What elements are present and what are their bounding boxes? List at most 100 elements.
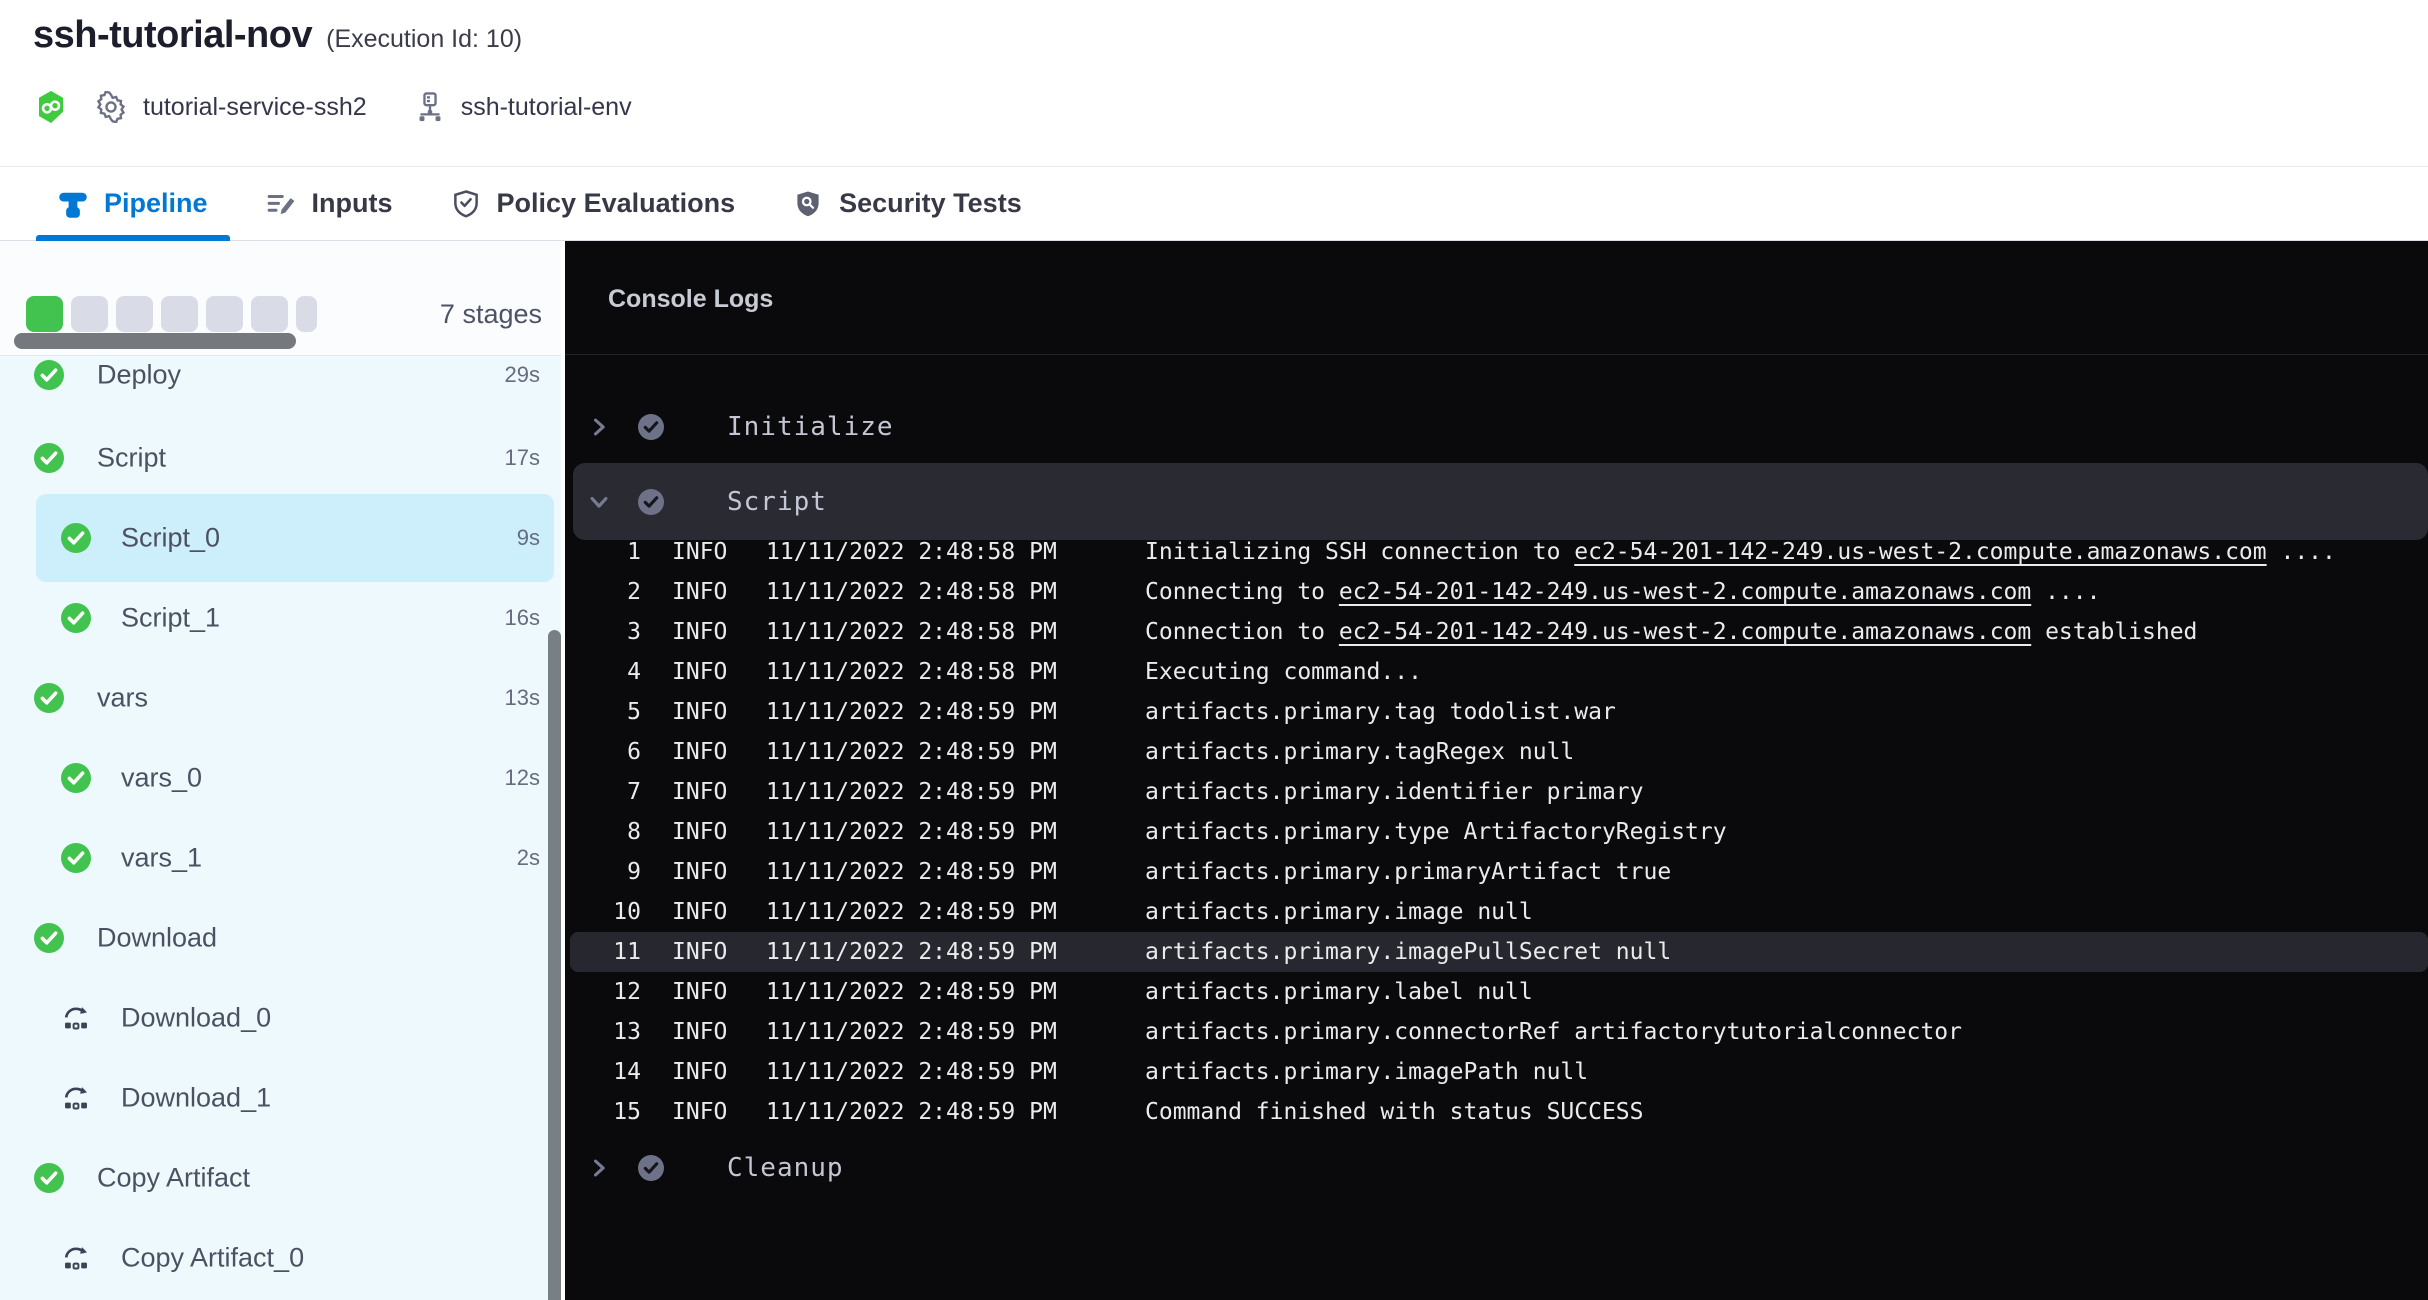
chevron-down-icon[interactable] bbox=[588, 491, 610, 513]
stage-duration: 9s bbox=[517, 525, 540, 551]
inputs-icon bbox=[266, 189, 296, 219]
log-timestamp: 11/11/2022 2:48:59 PM bbox=[766, 892, 1057, 932]
host-link[interactable]: ec2-54-201-142-249.us-west-2.compute.ama… bbox=[1574, 539, 2266, 565]
log-line-number[interactable]: 10 bbox=[585, 892, 641, 932]
stage-row-copy-artifact[interactable]: Copy Artifact bbox=[0, 1138, 565, 1218]
section-label: Cleanup bbox=[727, 1153, 844, 1183]
log-level: INFO bbox=[672, 972, 727, 1012]
tab-policy-evaluations[interactable]: Policy Evaluations bbox=[429, 167, 758, 241]
host-link[interactable]: ec2-54-201-142-249.us-west-2.compute.ama… bbox=[1339, 619, 2031, 645]
tab-bar: Pipeline Inputs bbox=[0, 167, 2428, 241]
console-section-cleanup[interactable]: Cleanup bbox=[565, 1138, 2428, 1198]
stage-row-copy-artifact-0[interactable]: Copy Artifact_0 bbox=[0, 1218, 565, 1298]
log-line-number[interactable]: 7 bbox=[585, 772, 641, 812]
stage-row-download-1[interactable]: Download_1 bbox=[0, 1058, 565, 1138]
log-timestamp: 11/11/2022 2:48:59 PM bbox=[766, 812, 1057, 852]
environment-name[interactable]: ssh-tutorial-env bbox=[461, 93, 632, 122]
log-level: INFO bbox=[672, 732, 727, 772]
log-line-3: 3 INFO 11/11/2022 2:48:58 PM Connection … bbox=[565, 612, 2428, 652]
success-check-icon bbox=[61, 763, 91, 793]
log-level: INFO bbox=[672, 1092, 727, 1132]
execution-header: ssh-tutorial-nov (Execution Id: 10) bbox=[0, 0, 2428, 167]
success-check-icon bbox=[34, 443, 64, 473]
stage-label: vars_1 bbox=[121, 843, 202, 874]
log-line-number[interactable]: 9 bbox=[585, 852, 641, 892]
host-link[interactable]: ec2-54-201-142-249.us-west-2.compute.ama… bbox=[1339, 579, 2031, 605]
stage-label: Download bbox=[97, 923, 217, 954]
progress-segment bbox=[116, 296, 153, 332]
log-line-number[interactable]: 12 bbox=[585, 972, 641, 1012]
stage-row-vars[interactable]: vars 13s bbox=[0, 658, 565, 738]
log-line-number[interactable]: 6 bbox=[585, 732, 641, 772]
title-row: ssh-tutorial-nov (Execution Id: 10) bbox=[33, 14, 522, 57]
log-line-9: 9 INFO 11/11/2022 2:48:59 PM artifacts.p… bbox=[565, 852, 2428, 892]
console-section-initialize[interactable]: Initialize bbox=[565, 397, 2428, 457]
log-level: INFO bbox=[672, 1052, 727, 1092]
section-label: Initialize bbox=[727, 412, 894, 442]
stage-row-vars-1[interactable]: vars_1 2s bbox=[0, 818, 565, 898]
log-line-number[interactable]: 15 bbox=[585, 1092, 641, 1132]
stage-label: Copy Artifact bbox=[97, 1163, 250, 1194]
stage-label: Script_1 bbox=[121, 603, 220, 634]
success-check-icon bbox=[61, 523, 91, 553]
stage-label: vars_0 bbox=[121, 763, 202, 794]
chevron-right-icon[interactable] bbox=[588, 1157, 610, 1179]
pipeline-execution-app: ssh-tutorial-nov (Execution Id: 10) bbox=[0, 0, 2428, 1300]
log-line-number[interactable]: 11 bbox=[585, 932, 641, 972]
tab-label: Security Tests bbox=[839, 188, 1022, 219]
log-message: Initializing SSH connection to ec2-54-20… bbox=[1145, 532, 2336, 572]
tab-inputs[interactable]: Inputs bbox=[244, 167, 415, 241]
service-gear-icon[interactable] bbox=[95, 91, 127, 123]
log-line-11: 11 INFO 11/11/2022 2:48:59 PM artifacts.… bbox=[570, 932, 2428, 972]
tab-security-tests[interactable]: Security Tests bbox=[771, 167, 1044, 241]
stage-row-script-1[interactable]: Script_1 16s bbox=[0, 578, 565, 658]
stages-sidebar: 7 stages Deploy 29s Script 17s Script_0 … bbox=[0, 241, 565, 1300]
log-level: INFO bbox=[672, 812, 727, 852]
stage-row-download-0[interactable]: Download_0 bbox=[0, 978, 565, 1058]
log-line-number[interactable]: 8 bbox=[585, 812, 641, 852]
stage-label: Script bbox=[97, 443, 166, 474]
log-line-5: 5 INFO 11/11/2022 2:48:59 PM artifacts.p… bbox=[565, 692, 2428, 732]
rollback-icon bbox=[61, 1243, 91, 1273]
stage-label: Copy Artifact_0 bbox=[121, 1243, 304, 1274]
pipeline-icon bbox=[58, 189, 88, 219]
stage-row-vars-0[interactable]: vars_0 12s bbox=[0, 738, 565, 818]
console-title: Console Logs bbox=[608, 285, 773, 314]
stage-row-download[interactable]: Download bbox=[0, 898, 565, 978]
log-level: INFO bbox=[672, 772, 727, 812]
log-line-number[interactable]: 3 bbox=[585, 612, 641, 652]
stage-row-deploy[interactable]: Deploy 29s bbox=[0, 356, 565, 415]
log-line-number[interactable]: 2 bbox=[585, 572, 641, 612]
stage-duration: 12s bbox=[505, 765, 540, 791]
log-line-6: 6 INFO 11/11/2022 2:48:59 PM artifacts.p… bbox=[565, 732, 2428, 772]
log-line-number[interactable]: 1 bbox=[585, 532, 641, 572]
success-check-icon bbox=[34, 360, 64, 390]
stage-row-script-0[interactable]: Script_0 9s bbox=[0, 498, 565, 578]
policy-evaluations-icon bbox=[451, 189, 481, 219]
log-line-number[interactable]: 13 bbox=[585, 1012, 641, 1052]
stage-row-script[interactable]: Script 17s bbox=[0, 418, 565, 498]
progress-segment bbox=[26, 296, 63, 332]
tab-label: Policy Evaluations bbox=[497, 188, 736, 219]
log-line-number[interactable]: 4 bbox=[585, 652, 641, 692]
sidebar-header: 7 stages bbox=[0, 241, 565, 356]
execution-id: (Execution Id: 10) bbox=[326, 25, 522, 54]
log-line-8: 8 INFO 11/11/2022 2:48:59 PM artifacts.p… bbox=[565, 812, 2428, 852]
progress-segment bbox=[251, 296, 288, 332]
log-line-number[interactable]: 5 bbox=[585, 692, 641, 732]
console-section-script[interactable]: Script bbox=[573, 463, 2428, 540]
chevron-right-icon[interactable] bbox=[588, 416, 610, 438]
log-message: artifacts.primary.identifier primary bbox=[1145, 772, 1644, 812]
environment-icon bbox=[415, 91, 445, 123]
horizontal-scrollbar-thumb[interactable] bbox=[14, 333, 296, 349]
tab-label: Inputs bbox=[312, 188, 393, 219]
log-level: INFO bbox=[672, 852, 727, 892]
log-line-15: 15 INFO 11/11/2022 2:48:59 PM Command fi… bbox=[565, 1092, 2428, 1132]
log-line-number[interactable]: 14 bbox=[585, 1052, 641, 1092]
sidebar-scrollbar-thumb[interactable] bbox=[548, 630, 561, 1300]
log-timestamp: 11/11/2022 2:48:58 PM bbox=[766, 652, 1057, 692]
log-level: INFO bbox=[672, 692, 727, 732]
service-name[interactable]: tutorial-service-ssh2 bbox=[143, 93, 367, 122]
stage-duration: 13s bbox=[505, 685, 540, 711]
tab-pipeline[interactable]: Pipeline bbox=[36, 167, 230, 241]
